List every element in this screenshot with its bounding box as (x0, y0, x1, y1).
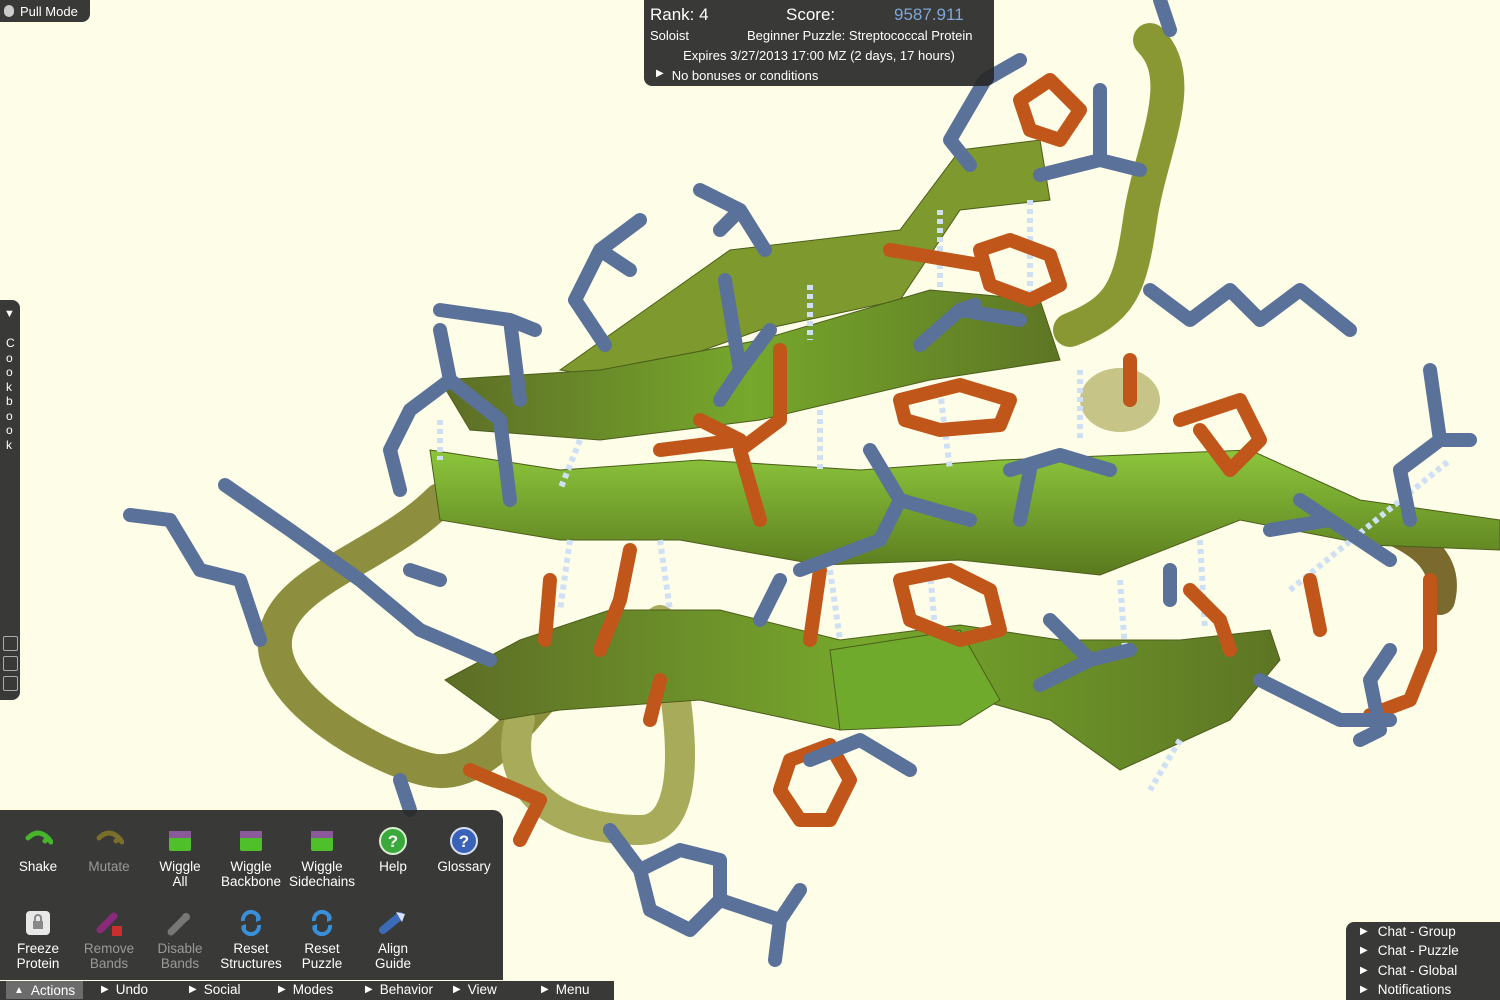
menu-tab-view[interactable]: ▶ View (453, 982, 497, 997)
chat-global-toggle[interactable]: ▶ Chat - Global (1360, 963, 1457, 978)
menu-tab-modes[interactable]: ▶ Modes (278, 982, 333, 997)
score-label: Score: (786, 5, 836, 24)
wiggle-all-icon (163, 826, 197, 856)
bonuses-text: No bonuses or conditions (671, 68, 819, 83)
pull-mode-label: Pull Mode (20, 3, 78, 19)
svg-text:?: ? (388, 832, 398, 851)
expires-text: Expires 3/27/2013 17:00 MZ (2 days, 17 h… (683, 48, 955, 63)
menu-tab-menu[interactable]: ▶ Menu (541, 982, 589, 997)
notifications-toggle[interactable]: ▶ Notifications (1360, 982, 1451, 997)
cookbook-label: Cookbook (6, 336, 15, 452)
reset-structures-button[interactable]: Reset Structures (215, 908, 287, 971)
disable-bands-button[interactable]: Disable Bands (144, 908, 216, 971)
wiggle-sidechains-button[interactable]: Wiggle Sidechains (286, 826, 358, 889)
shake-button[interactable]: Shake (2, 826, 74, 875)
wiggle-backbone-button[interactable]: Wiggle Backbone (215, 826, 287, 889)
menu-tab-social[interactable]: ▶ Social (189, 982, 240, 997)
chat-puzzle-toggle[interactable]: ▶ Chat - Puzzle (1360, 943, 1459, 958)
align-guide-icon (376, 908, 410, 938)
svg-text:?: ? (459, 832, 469, 851)
menu-tab-actions[interactable]: ▲ Actions (6, 981, 84, 999)
reset-structures-icon (234, 908, 268, 938)
reset-puzzle-icon (305, 908, 339, 938)
bottom-menu-bar: ▲ Actions ▶ Undo ▶ Social ▶ Modes ▶ Beha… (0, 981, 614, 1000)
align-guide-button[interactable]: Align Guide (357, 908, 429, 971)
chat-panel: ▶ Chat - Group ▶ Chat - Puzzle ▶ Chat - … (1346, 922, 1500, 1000)
expand-arrow-icon: ▶ (1360, 945, 1368, 956)
shake-icon (21, 826, 55, 856)
beta-sheets (429, 139, 1500, 771)
puzzle-name: Beginner Puzzle: Streptococcal Protein (747, 28, 973, 43)
mouse-icon (4, 5, 14, 17)
rank-text: Rank: 4 (650, 5, 709, 24)
bonuses-toggle[interactable]: ▶ No bonuses or conditions (656, 68, 818, 83)
cookbook-panel[interactable]: ▼ Cookbook (0, 300, 20, 700)
actions-panel: Shake Mutate Wiggle All Wiggle Backbone … (0, 810, 503, 980)
glossary-icon: ? (447, 826, 481, 856)
expand-arrow-icon: ▶ (1360, 984, 1368, 995)
expand-arrow-icon: ▶ (1360, 965, 1368, 976)
freeze-protein-button[interactable]: Freeze Protein (2, 908, 74, 971)
help-icon: ? (376, 826, 410, 856)
mutate-button[interactable]: Mutate (73, 826, 145, 875)
expand-arrow-icon: ▶ (656, 68, 664, 79)
wiggle-all-button[interactable]: Wiggle All (144, 826, 216, 889)
script-terminal-icon[interactable] (3, 636, 18, 651)
menu-tab-undo[interactable]: ▶ Undo (101, 982, 148, 997)
pull-mode-toggle[interactable]: Pull Mode (0, 0, 90, 22)
menu-tab-behavior[interactable]: ▶ Behavior (365, 982, 433, 997)
lock-icon (21, 908, 55, 938)
notepad-icon[interactable] (3, 676, 18, 691)
disable-bands-icon (163, 908, 197, 938)
wiggle-sidechains-icon (305, 826, 339, 856)
score-value: 9587.911 (894, 5, 964, 24)
chat-group-toggle[interactable]: ▶ Chat - Group (1360, 924, 1456, 939)
help-button[interactable]: ? Help (357, 826, 429, 875)
expand-arrow-icon: ▶ (1360, 926, 1368, 937)
collapse-arrow-icon[interactable]: ▼ (4, 308, 15, 320)
remove-bands-icon (92, 908, 126, 938)
mutate-icon (92, 826, 126, 856)
score-panel: Rank: 4 Score: 9587.911 Soloist Beginner… (644, 0, 994, 86)
recipe-folder-icon[interactable] (3, 656, 18, 671)
glossary-button[interactable]: ? Glossary (428, 826, 500, 875)
reset-puzzle-button[interactable]: Reset Puzzle (286, 908, 358, 971)
wiggle-backbone-icon (234, 826, 268, 856)
team-name: Soloist (650, 28, 690, 43)
remove-bands-button[interactable]: Remove Bands (73, 908, 145, 971)
